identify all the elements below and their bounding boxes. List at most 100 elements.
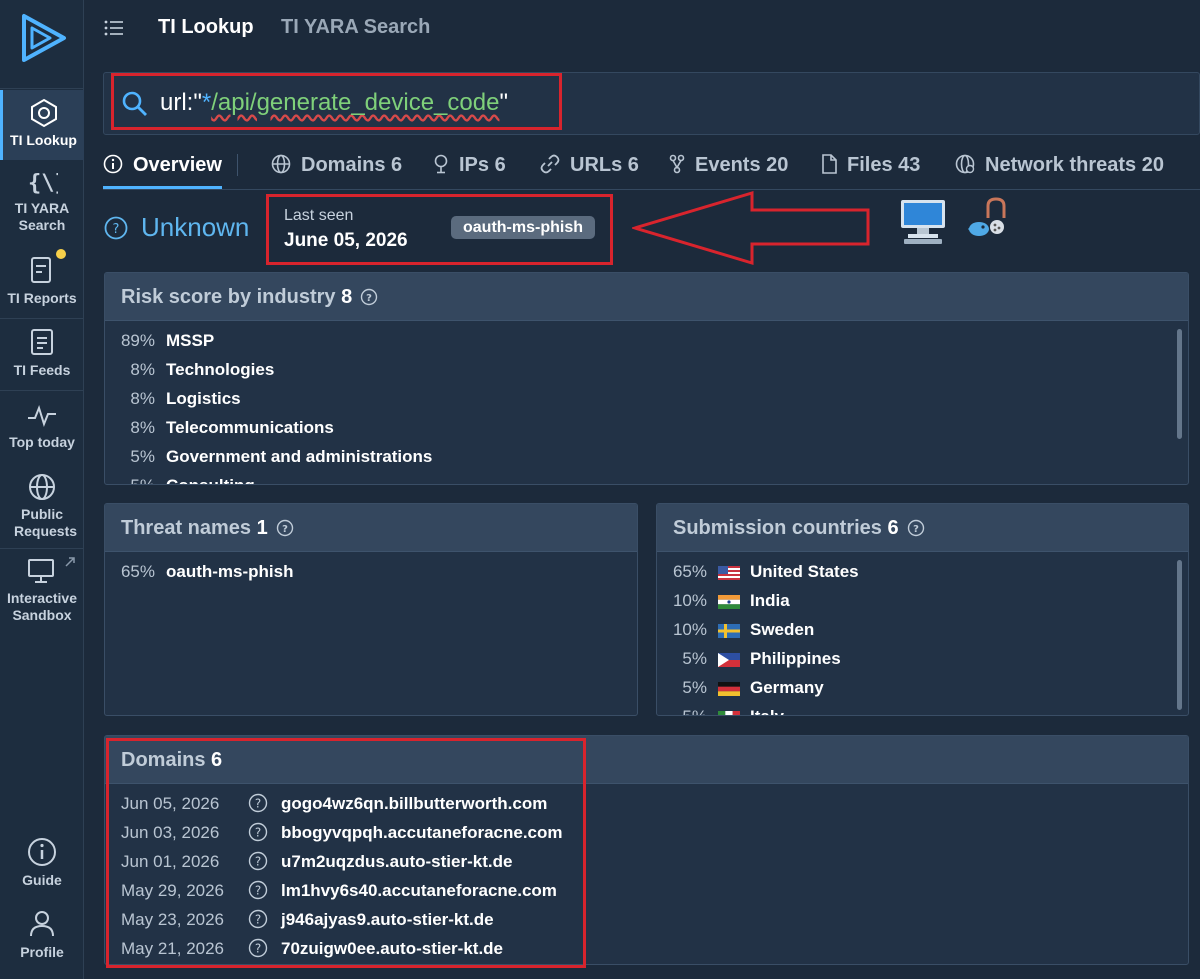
tab-overview[interactable]: Overview	[103, 154, 222, 177]
threat-list: 65% oauth-ms-phish	[105, 552, 637, 587]
row-name: India	[750, 591, 790, 610]
row-name: Logistics	[166, 389, 241, 408]
svg-text:?: ?	[366, 293, 372, 304]
branch-icon	[669, 154, 685, 174]
tab-label: IPs 6	[459, 154, 506, 176]
app-logo-icon[interactable]	[14, 10, 70, 66]
row-name: MSSP	[166, 331, 215, 350]
active-tab-indicator	[103, 186, 222, 189]
flag-us-icon	[718, 566, 740, 580]
sidebar-item-ti-lookup[interactable]: TI Lookup	[0, 90, 84, 160]
list-item: 5% Consulting	[105, 472, 1188, 484]
row-percent: 8%	[130, 389, 155, 408]
panel-title: Risk score by industry	[121, 286, 336, 308]
curly-braces-icon: {\}	[28, 171, 58, 196]
tab-label: Files 43	[847, 154, 921, 176]
sidebar-item-ti-yara-search[interactable]: {\} TI YARA Search	[0, 168, 84, 234]
globe-icon	[29, 474, 55, 500]
row-percent: 89%	[120, 331, 155, 350]
panel-header: Submission countries 6?	[657, 504, 1188, 552]
help-circle-icon[interactable]: ?	[907, 519, 925, 537]
panel-count: 6	[887, 517, 899, 539]
globe-icon	[271, 154, 291, 174]
list-item[interactable]: 65% oauth-ms-phish	[105, 558, 637, 587]
tab-files[interactable]: Files 43	[821, 154, 920, 177]
pulse-icon	[28, 405, 56, 427]
annotation-highlight-box	[106, 738, 586, 968]
row-name: Germany	[750, 678, 824, 697]
tab-domains[interactable]: Domains 6	[271, 154, 402, 177]
row-name: Consulting	[166, 476, 255, 484]
help-circle-icon[interactable]: ?	[276, 519, 294, 537]
row-percent: 5%	[130, 447, 155, 466]
user-icon	[30, 911, 54, 937]
row-percent: 65%	[672, 562, 707, 581]
help-circle-icon[interactable]: ?	[360, 288, 378, 306]
panel-count: 1	[256, 517, 268, 539]
sidebar-item-guide[interactable]: Guide	[0, 836, 84, 889]
tab-label: Network threats 20	[985, 154, 1164, 176]
notification-dot	[56, 249, 66, 259]
tab-urls[interactable]: URLs 6	[540, 154, 639, 177]
panel-header: Threat names 1?	[105, 504, 637, 552]
tab-ti-yara-search[interactable]: TI YARA Search	[281, 16, 430, 39]
row-percent: 8%	[130, 360, 155, 379]
list-item[interactable]: 5% Italy	[657, 703, 1188, 715]
row-name: United States	[750, 562, 859, 581]
row-name: oauth-ms-phish	[166, 562, 294, 581]
top-navigation: TI Lookup TI YARA Search	[85, 0, 1200, 56]
flag-se-icon	[718, 624, 740, 638]
list-item[interactable]: 10% India	[657, 587, 1188, 616]
feed-icon	[31, 329, 53, 355]
tab-label: Overview	[133, 154, 222, 176]
annotation-highlight-box	[266, 194, 613, 265]
sidebar-item-label: TI Reports	[7, 290, 77, 306]
sidebar-item-ti-feeds[interactable]: TI Feeds	[0, 328, 84, 379]
row-name: Sweden	[750, 620, 815, 639]
row-percent: 65%	[120, 562, 155, 581]
tab-label: Events 20	[695, 154, 789, 176]
verdict-label: Unknown	[141, 212, 250, 242]
sidebar: TI Lookup {\} TI YARA Search TI Reports …	[0, 0, 84, 979]
row-percent: 8%	[130, 418, 155, 437]
list-item[interactable]: 10% Sweden	[657, 616, 1188, 645]
row-name: Technologies	[166, 360, 275, 379]
list-item[interactable]: 65% United States	[657, 558, 1188, 587]
panel-count: 8	[341, 286, 353, 308]
sidebar-item-ti-reports[interactable]: TI Reports	[0, 256, 84, 307]
report-icon	[31, 257, 51, 283]
annotation-arrow	[632, 190, 870, 266]
list-item[interactable]: 5% Philippines	[657, 645, 1188, 674]
overview-tabs: Overview Domains 6 IPs 6 URLs 6 Events 2…	[103, 140, 1200, 190]
tab-network-threats[interactable]: Network threats 20	[955, 154, 1164, 177]
svg-text:?: ?	[913, 524, 919, 535]
svg-text:?: ?	[113, 222, 120, 237]
country-list: 65% United States 10% India 10% Sweden 5% Phili…	[657, 552, 1188, 715]
sidebar-item-profile[interactable]: Profile	[0, 908, 84, 961]
sidebar-item-public-requests[interactable]: Public Requests	[0, 472, 84, 540]
list-item[interactable]: 5% Germany	[657, 674, 1188, 703]
annotation-highlight-box	[111, 73, 562, 130]
row-percent: 5%	[682, 649, 707, 668]
sidebar-divider	[0, 88, 84, 89]
row-percent: 10%	[672, 591, 707, 610]
svg-text:?: ?	[282, 524, 288, 535]
threat-names-panel: Threat names 1? 65% oauth-ms-phish	[104, 503, 638, 716]
tab-ips[interactable]: IPs 6	[433, 154, 506, 177]
sidebar-item-label: Public Requests	[14, 506, 78, 539]
sidebar-divider	[0, 390, 84, 391]
phishing-hook-icon	[968, 197, 1006, 236]
risk-list: 89% MSSP 8% Technologies 8% Logistics 8% Teleco…	[105, 321, 1188, 484]
list-item: 8% Logistics	[105, 385, 1188, 414]
sidebar-item-top-today[interactable]: Top today	[0, 402, 84, 451]
row-name: Italy	[750, 707, 784, 715]
scrollbar[interactable]	[1177, 329, 1182, 439]
scrollbar[interactable]	[1177, 560, 1182, 710]
file-icon	[822, 154, 837, 174]
menu-list-icon[interactable]	[104, 19, 124, 37]
tab-ti-lookup[interactable]: TI Lookup	[158, 16, 254, 39]
help-circle-icon: ?	[104, 216, 128, 240]
tab-events[interactable]: Events 20	[669, 154, 788, 177]
svg-text:{\}: {\}	[28, 171, 58, 196]
sidebar-divider	[0, 318, 84, 319]
